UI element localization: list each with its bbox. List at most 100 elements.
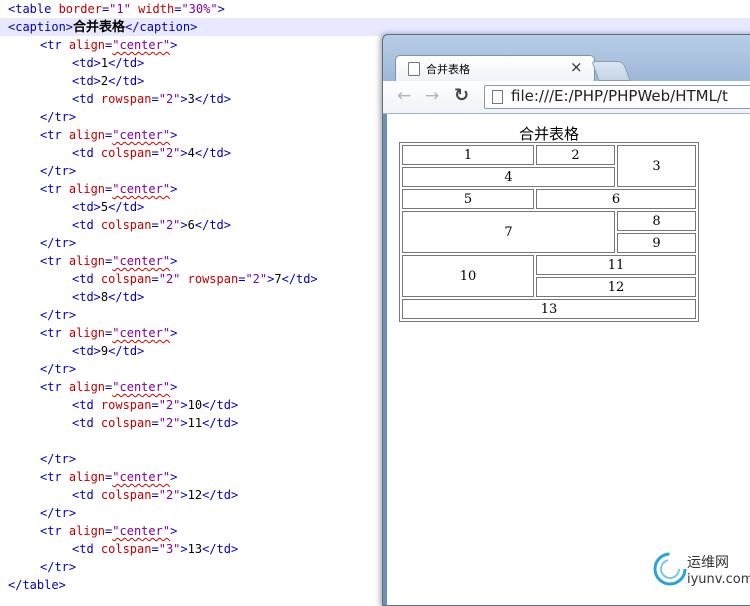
code-token: "center"	[112, 128, 171, 142]
code-token: <td	[72, 146, 94, 160]
code-line-22: <tr align="center">	[40, 378, 177, 396]
code-token: <tr	[40, 182, 62, 196]
code-line-21: </tr>	[40, 360, 76, 378]
code-token: 合并表格	[73, 20, 126, 35]
close-icon[interactable]: ×	[570, 58, 583, 76]
code-token: colspan	[93, 218, 152, 232]
code-token: "center"	[112, 470, 171, 484]
code-token: rowspan	[93, 398, 152, 412]
reload-icon[interactable]: ↻	[454, 86, 469, 106]
code-token: <tr	[40, 38, 62, 52]
code-token: </tr>	[40, 164, 77, 178]
code-token: <td	[72, 218, 94, 232]
code-line-18: </tr>	[40, 306, 76, 324]
table-cell: 6	[536, 189, 696, 209]
table-row: 5 6	[402, 189, 696, 209]
code-line-12: <td>5</td>	[72, 198, 144, 216]
back-arrow-icon[interactable]: ←	[397, 86, 411, 106]
code-token: </table>	[8, 578, 66, 592]
code-token: =	[151, 218, 159, 232]
code-token: <table	[8, 2, 52, 16]
address-bar[interactable]: file:///E:/PHP/PHPWeb/HTML/t	[484, 85, 750, 109]
code-token: </td>	[194, 92, 231, 106]
code-token: </tr>	[40, 506, 77, 520]
code-token: 12	[187, 488, 203, 502]
code-token: "center"	[112, 254, 171, 268]
table-caption: 合并表格	[518, 125, 579, 143]
code-token: align	[61, 182, 106, 196]
code-token: =	[151, 488, 159, 502]
table-row: 7 8	[402, 211, 696, 253]
code-token: >	[180, 146, 188, 160]
code-line-1: <table border="1" width="30%">	[8, 0, 225, 18]
code-token: 3	[187, 92, 195, 106]
browser-tab[interactable]: 合并表格 ×	[395, 55, 595, 82]
table-cell: 5	[402, 189, 535, 209]
code-line-14: </tr>	[40, 234, 76, 252]
code-token: align	[61, 524, 106, 538]
watermark-logo-icon	[653, 552, 687, 586]
table-cell: 13	[402, 299, 696, 319]
page-viewport: 合并表格 1 2 3 4 5 6 7 8 9 10 11 12 13	[387, 114, 750, 605]
forward-arrow-icon[interactable]: →	[425, 86, 439, 106]
code-line-7: </tr>	[40, 108, 76, 126]
code-token: <td>	[72, 200, 101, 214]
table-cell: 9	[617, 233, 696, 253]
code-line-28: <td colspan="2">12</td>	[72, 486, 238, 504]
code-line-13: <td colspan="2">6</td>	[72, 216, 231, 234]
merged-table: 1 2 3 4 5 6 7 8 9 10 11 12 13	[399, 142, 699, 322]
code-token: </td>	[108, 290, 145, 304]
code-token: "2"	[158, 398, 181, 412]
code-token: "2"	[158, 272, 181, 286]
code-token: >	[180, 416, 188, 430]
code-token: >	[170, 128, 178, 142]
code-token: >	[170, 380, 178, 394]
new-tab-button[interactable]	[591, 61, 631, 81]
url-text: file:///E:/PHP/PHPWeb/HTML/t	[511, 87, 728, 105]
code-token: >	[170, 182, 178, 196]
code-token: <td	[72, 542, 94, 556]
code-token: >	[180, 398, 188, 412]
table-cell: 3	[617, 145, 696, 187]
code-token: align	[61, 38, 106, 52]
code-token: =	[151, 146, 159, 160]
code-token: </td>	[202, 488, 239, 502]
code-token: <td>	[72, 74, 101, 88]
code-line-32: </tr>	[40, 558, 76, 576]
table-cell: 1	[402, 145, 535, 165]
code-token: "2"	[158, 488, 181, 502]
code-token: <tr	[40, 380, 62, 394]
code-line-30: <tr align="center">	[40, 522, 177, 540]
code-token: >	[170, 524, 178, 538]
code-token: "2"	[158, 146, 181, 160]
table-cell: 8	[617, 211, 696, 231]
code-token: <tr	[40, 524, 62, 538]
code-token: "2"	[158, 218, 181, 232]
code-token: <td>	[72, 344, 101, 358]
code-token: <td>	[72, 290, 101, 304]
code-token: >	[170, 38, 178, 52]
code-token: </tr>	[40, 110, 77, 124]
table-cell: 7	[402, 211, 616, 253]
code-line-29: </tr>	[40, 504, 76, 522]
code-line-23: <td rowspan="2">10</td>	[72, 396, 238, 414]
code-token: 7	[274, 272, 282, 286]
code-line-4: <td>1</td>	[72, 54, 144, 72]
code-line-10: </tr>	[40, 162, 76, 180]
code-token: <td	[72, 398, 94, 412]
code-token: </tr>	[40, 560, 77, 574]
code-token: <td	[72, 92, 94, 106]
code-token: "2"	[158, 416, 181, 430]
code-token: </td>	[194, 218, 231, 232]
page-icon	[492, 90, 503, 104]
code-token: <tr	[40, 470, 62, 484]
code-token: colspan	[93, 542, 152, 556]
code-token: </td>	[202, 542, 239, 556]
code-token: <tr	[40, 254, 62, 268]
code-token: =	[151, 92, 159, 106]
code-token: width	[130, 2, 175, 16]
code-token: "1"	[109, 2, 131, 16]
code-token: colspan	[93, 488, 152, 502]
code-token: "center"	[112, 326, 171, 340]
browser-titlebar: 合并表格 ×	[383, 35, 750, 82]
